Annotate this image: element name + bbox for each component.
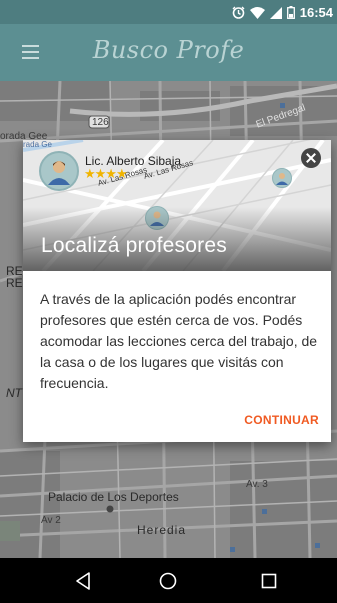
dialog-body: A través de la aplicación podés encontra… (40, 291, 318, 391)
dialog-hero-map: rada Ge Av. Las Rosas Av. Las Rosas Lic.… (23, 140, 331, 271)
status-bar: 16:54 (0, 0, 337, 24)
status-time: 16:54 (299, 5, 333, 20)
signal-icon (269, 6, 282, 19)
battery-icon (286, 6, 295, 19)
onboarding-dialog: rada Ge Av. Las Rosas Av. Las Rosas Lic.… (23, 140, 331, 442)
app-title: Busco Profe (92, 36, 245, 64)
wifi-icon (249, 6, 265, 19)
recents-icon[interactable] (258, 570, 280, 592)
status-icons: 16:54 (232, 5, 333, 20)
professor-rating-stars: ★★★★ (84, 166, 128, 181)
dialog-title: Localizá profesores (41, 234, 227, 257)
close-icon[interactable] (301, 148, 321, 168)
continue-button[interactable]: CONTINUAR (244, 413, 319, 427)
navigation-bar (0, 558, 337, 603)
back-icon[interactable] (73, 570, 95, 592)
alarm-icon (232, 6, 245, 19)
hero-label-gee: rada Ge (23, 140, 52, 149)
professor-avatar-pin[interactable] (272, 168, 292, 188)
home-icon[interactable] (157, 570, 179, 592)
professor-avatar[interactable] (39, 151, 79, 191)
app-bar: Busco Profe (0, 24, 337, 81)
